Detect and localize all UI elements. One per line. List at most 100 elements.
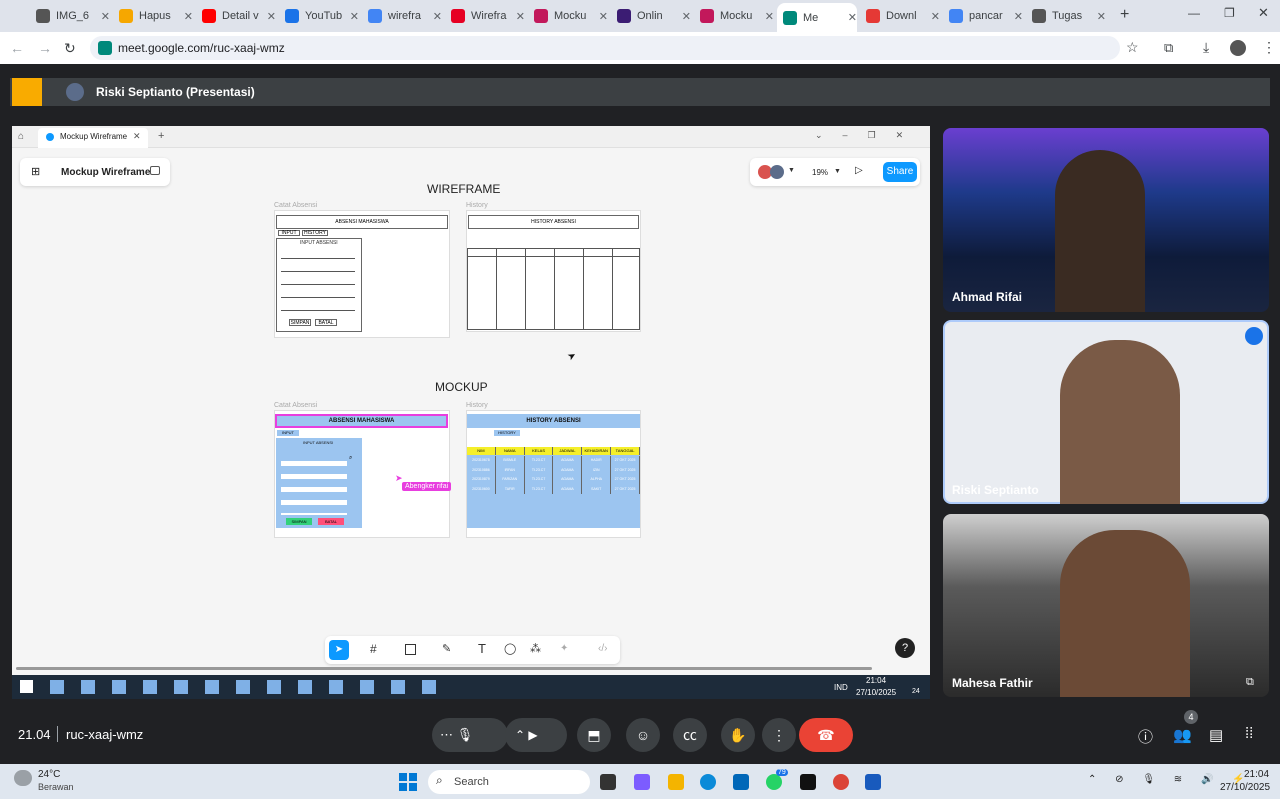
chat-icon[interactable]: ▤ <box>1209 726 1223 744</box>
weather-icon[interactable] <box>14 770 32 786</box>
frame-tool-icon[interactable]: # <box>370 642 377 656</box>
dev-mode-icon[interactable]: ‹/› <box>598 643 607 654</box>
zoom-level[interactable]: 19% <box>812 168 828 177</box>
horizontal-scrollbar[interactable] <box>16 667 872 670</box>
restore-button[interactable]: ❐ <box>1224 6 1235 20</box>
browser-tab[interactable]: IMG_6 ✕ <box>30 4 110 28</box>
whatsapp-icon[interactable] <box>766 774 782 790</box>
tab-close-icon[interactable]: ✕ <box>101 10 110 23</box>
back-icon[interactable]: ← <box>10 40 24 56</box>
tab-close-icon[interactable]: ✕ <box>1014 10 1023 23</box>
reload-icon[interactable]: ↻ <box>64 40 76 57</box>
tab-favicon-icon <box>36 9 50 23</box>
move-tool-icon[interactable]: ➤ <box>329 640 349 660</box>
new-tab-button[interactable]: + <box>1120 6 1129 24</box>
tab-close-icon[interactable]: ✕ <box>765 10 774 23</box>
info-icon[interactable]: ⓘ <box>1138 726 1153 747</box>
people-icon[interactable]: 👥 <box>1173 726 1192 744</box>
activities-icon[interactable]: ⁞⁞ <box>1245 725 1253 742</box>
sidebar-toggle-icon[interactable] <box>150 166 160 175</box>
bookmark-star-icon[interactable]: ☆ <box>1126 39 1139 56</box>
tab-close-icon[interactable]: ✕ <box>682 10 691 23</box>
share-button[interactable]: Share <box>883 162 917 182</box>
extensions-icon[interactable]: ⧉ <box>1164 40 1173 56</box>
present-play-icon[interactable]: ▷ <box>855 165 863 176</box>
tab-close-icon[interactable]: ✕ <box>516 10 525 23</box>
forward-icon[interactable]: → <box>38 40 52 56</box>
browser-tab[interactable]: Mocku ✕ <box>694 4 774 28</box>
task-view-icon[interactable] <box>600 774 616 790</box>
browser-tab[interactable]: YouTub ✕ <box>279 4 359 28</box>
present-screen-button[interactable]: ⬒ <box>577 718 611 752</box>
tab-close-icon[interactable]: ✕ <box>931 10 940 23</box>
tab-close-icon[interactable]: ✕ <box>267 10 276 23</box>
close-window-button[interactable]: ✕ <box>1258 5 1269 21</box>
resources-tool-icon[interactable]: ⁂ <box>530 642 541 655</box>
tab-close-icon[interactable]: ✕ <box>350 10 359 23</box>
comment-tool-icon[interactable]: ◯ <box>504 642 516 655</box>
browser-tab[interactable]: Me ✕ <box>777 3 857 32</box>
windows-start-icon[interactable] <box>399 773 417 791</box>
home-icon[interactable]: ⌂ <box>18 131 24 142</box>
shape-tool-icon[interactable] <box>405 644 416 655</box>
wf-batal: BATAL <box>315 319 337 326</box>
pen-tool-icon[interactable]: ✎ <box>442 642 451 655</box>
url-input[interactable]: meet.google.com/ruc-xaaj-wmz <box>90 36 1120 60</box>
help-icon[interactable]: ? <box>895 638 915 658</box>
minimize-button[interactable]: — <box>1188 6 1200 20</box>
tab-close-icon[interactable]: ✕ <box>433 10 442 23</box>
camera-button[interactable]: ⌃ ▶ <box>505 718 567 752</box>
copilot-icon[interactable] <box>634 774 650 790</box>
figma-tab-title: Mockup Wireframe <box>60 132 128 141</box>
more-options-button[interactable]: ⋯ 🎙 <box>432 718 508 752</box>
download-icon[interactable]: ⤓ <box>1203 39 1209 56</box>
collaborator-avatar[interactable] <box>770 165 784 179</box>
browser-tab[interactable]: Wirefra ✕ <box>445 4 525 28</box>
browser-tab[interactable]: Hapus ✕ <box>113 4 193 28</box>
draw-tool-icon[interactable]: ✦ <box>560 643 568 654</box>
browser-tab[interactable]: Mocku ✕ <box>528 4 608 28</box>
leave-call-button[interactable]: ☎ <box>799 718 853 752</box>
browser-tab[interactable]: Detail v ✕ <box>196 4 276 28</box>
tab-close-icon[interactable]: ✕ <box>184 10 193 23</box>
tab-close-icon[interactable]: ✕ <box>848 11 857 24</box>
taskbar-time[interactable]: 21:04 <box>1244 769 1269 780</box>
table-header-cell: KELAS <box>525 447 554 455</box>
captions-button[interactable]: ㏄ <box>673 718 707 752</box>
taskbar-date[interactable]: 27/10/2025 <box>1220 782 1270 793</box>
word-icon[interactable] <box>865 774 881 790</box>
raise-hand-button[interactable]: ✋ <box>721 718 755 752</box>
inner-language: IND <box>834 683 848 692</box>
emoji-button[interactable]: ☺ <box>626 718 660 752</box>
browser-tab[interactable]: Onlin ✕ <box>611 4 691 28</box>
browser-tab[interactable]: Downl ✕ <box>860 4 940 28</box>
chrome-icon[interactable] <box>833 774 849 790</box>
file-name[interactable]: Mockup Wireframe <box>61 167 150 178</box>
figma-win-controls[interactable]: ⌄–❐✕ <box>815 130 923 141</box>
windows-start-icon <box>20 680 33 693</box>
tab-close-icon[interactable]: ✕ <box>1097 10 1106 23</box>
browser-tab-label: IMG_6 <box>56 10 90 22</box>
table-cell: TAFIR <box>496 484 525 494</box>
chevron-down-icon[interactable]: ▼ <box>834 168 841 175</box>
menu-icon[interactable]: ⋮ <box>1262 39 1276 56</box>
text-tool-icon[interactable]: T <box>478 641 486 656</box>
pip-icon[interactable]: ⧉ <box>1246 676 1254 689</box>
file-explorer-icon[interactable] <box>668 774 684 790</box>
chevron-down-icon[interactable]: ▼ <box>788 167 795 174</box>
profile-avatar[interactable] <box>1230 40 1246 56</box>
store-icon[interactable] <box>733 774 749 790</box>
weather-temp[interactable]: 24°C <box>38 769 60 780</box>
table-cell: HADIR <box>582 456 612 466</box>
tab-close-icon[interactable]: ✕ <box>599 10 608 23</box>
capcut-icon[interactable] <box>800 774 816 790</box>
edge-icon[interactable] <box>700 774 716 790</box>
browser-tab[interactable]: pancar ✕ <box>943 4 1023 28</box>
figma-new-tab-icon[interactable]: + <box>158 130 164 142</box>
browser-tab[interactable]: wirefra ✕ <box>362 4 442 28</box>
more-actions-button[interactable]: ⋮ <box>762 718 796 752</box>
taskbar-search[interactable] <box>428 770 590 794</box>
figma-menu-icon[interactable]: ⊞ <box>31 165 40 178</box>
figma-tab-close-icon[interactable]: ✕ <box>133 131 141 142</box>
browser-tab[interactable]: Tugas ✕ <box>1026 4 1106 28</box>
